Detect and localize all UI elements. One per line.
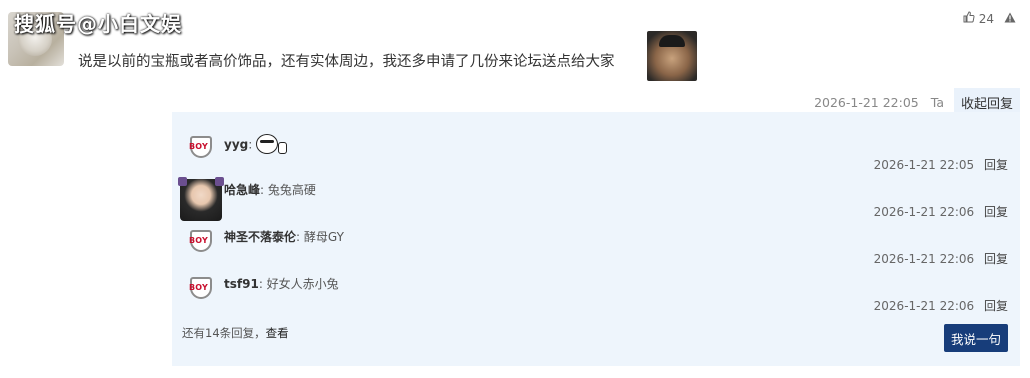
- face-sticker-image: [647, 31, 697, 81]
- reply-username[interactable]: yyg: [224, 138, 248, 152]
- user-avatar[interactable]: [178, 177, 224, 221]
- reply-button[interactable]: 回复: [984, 205, 1008, 219]
- reply-text: tsf91: 好女人赤小兔: [224, 277, 339, 291]
- watermark: 搜狐号@小白文娱: [14, 12, 182, 36]
- comment-post: 搜狐号@小白文娱 24 说是以前的宝瓶或者高价饰品，还有实体周边，我还多申请了几…: [0, 0, 1030, 378]
- reply-meta: 2026-1-21 22:06 回复: [874, 297, 1008, 314]
- more-replies: 还有14条回复，查看: [182, 325, 289, 341]
- grin-sticker-icon: [256, 134, 288, 156]
- reply-username[interactable]: tsf91: [224, 277, 259, 291]
- badge-text: BOY: [189, 236, 209, 245]
- say-something-button[interactable]: 我说一句: [944, 324, 1008, 352]
- comment-time: 2026-1-21 22:05: [814, 95, 919, 110]
- reply-time: 2026-1-21 22:05: [873, 158, 975, 172]
- reply-text: 哈急峰: 兔兔高硬: [224, 183, 316, 197]
- boy-shield-logo-icon[interactable]: BOY: [184, 226, 216, 258]
- reply-time: 2026-1-21 22:06: [873, 299, 975, 313]
- reply-username[interactable]: 神圣不落泰伦: [224, 230, 296, 244]
- badge-text: BOY: [189, 142, 209, 151]
- reply-item: BOY tsf91: 好女人赤小兔 2026-1-21 22:06 回复: [172, 267, 1020, 314]
- reply-time: 2026-1-21 22:06: [873, 205, 975, 219]
- replies-panel: BOY yyg: 2026-1-21 22:05 回复 哈急峰: 兔兔高硬 20…: [172, 112, 1020, 366]
- reply-button[interactable]: 回复: [984, 252, 1008, 266]
- reply-text: 神圣不落泰伦: 酵母GY: [224, 230, 344, 244]
- reply-meta: 2026-1-21 22:05 回复: [874, 156, 1008, 173]
- warning-icon[interactable]: [1004, 12, 1016, 26]
- comment-text: 说是以前的宝瓶或者高价饰品，还有实体周边，我还多申请了几份来论坛送点给大家: [78, 54, 615, 70]
- reply-text: yyg:: [224, 134, 288, 156]
- reply-meta: 2026-1-21 22:06 回复: [874, 250, 1008, 267]
- ta-link[interactable]: Ta: [931, 95, 944, 110]
- boy-shield-logo-icon[interactable]: BOY: [184, 132, 216, 164]
- like-area[interactable]: 24: [963, 11, 1016, 26]
- reply-username[interactable]: 哈急峰: [224, 183, 260, 197]
- reply-meta: 2026-1-21 22:06 回复: [874, 203, 1008, 220]
- badge-text: BOY: [189, 283, 209, 292]
- reply-button[interactable]: 回复: [984, 299, 1008, 313]
- reply-item: 哈急峰: 兔兔高硬 2026-1-21 22:06 回复: [172, 173, 1020, 221]
- like-count: 24: [978, 11, 994, 26]
- more-replies-count: 还有14条回复，: [182, 326, 266, 340]
- reply-button[interactable]: 回复: [984, 158, 1008, 172]
- reply-item: BOY yyg: 2026-1-21 22:05 回复: [172, 126, 1020, 173]
- thumbs-up-icon[interactable]: [963, 11, 975, 26]
- boy-shield-logo-icon[interactable]: BOY: [184, 273, 216, 305]
- reply-time: 2026-1-21 22:06: [873, 252, 975, 266]
- view-more-link[interactable]: 查看: [266, 326, 289, 340]
- reply-item: BOY 神圣不落泰伦: 酵母GY 2026-1-21 22:06 回复: [172, 220, 1020, 267]
